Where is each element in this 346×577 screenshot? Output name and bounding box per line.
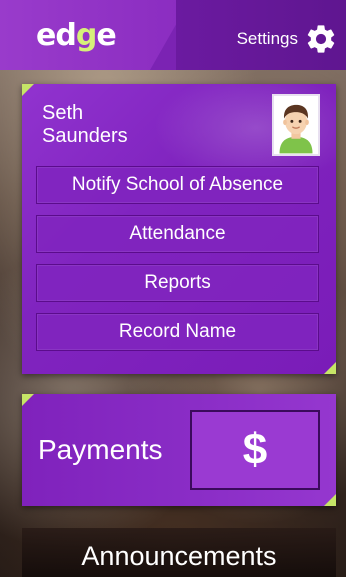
record-name-button[interactable]: Record Name [36, 313, 319, 351]
dollar-icon: $ [242, 425, 268, 474]
avatar-icon [274, 96, 318, 154]
payments-button[interactable]: $ [190, 410, 320, 490]
announcements-card[interactable]: Announcements [22, 528, 336, 577]
app-header: edge Settings [0, 0, 346, 70]
gear-icon [307, 25, 335, 53]
attendance-button[interactable]: Attendance [36, 215, 319, 253]
notify-absence-button[interactable]: Notify School of Absence [36, 166, 319, 204]
student-last-name: Saunders [42, 125, 128, 147]
corner-accent-bottom-right [324, 362, 336, 374]
settings-label: Settings [236, 29, 298, 48]
payments-card[interactable]: Payments $ [22, 394, 336, 506]
student-card[interactable]: Seth Saunders Notify School of Absence A… [22, 84, 336, 374]
student-avatar[interactable] [272, 94, 320, 156]
reports-button[interactable]: Reports [36, 264, 319, 302]
settings-button[interactable]: Settings [237, 22, 338, 56]
corner-accent-bottom-right [324, 494, 336, 506]
corner-accent-top-left [22, 394, 34, 406]
corner-accent-top-left [22, 84, 34, 96]
student-first-name: Seth [42, 102, 84, 124]
edge-logo: edge [36, 18, 117, 53]
student-name: Seth Saunders [42, 102, 128, 148]
announcements-label: Announcements [81, 541, 277, 571]
payments-label: Payments [38, 434, 163, 465]
